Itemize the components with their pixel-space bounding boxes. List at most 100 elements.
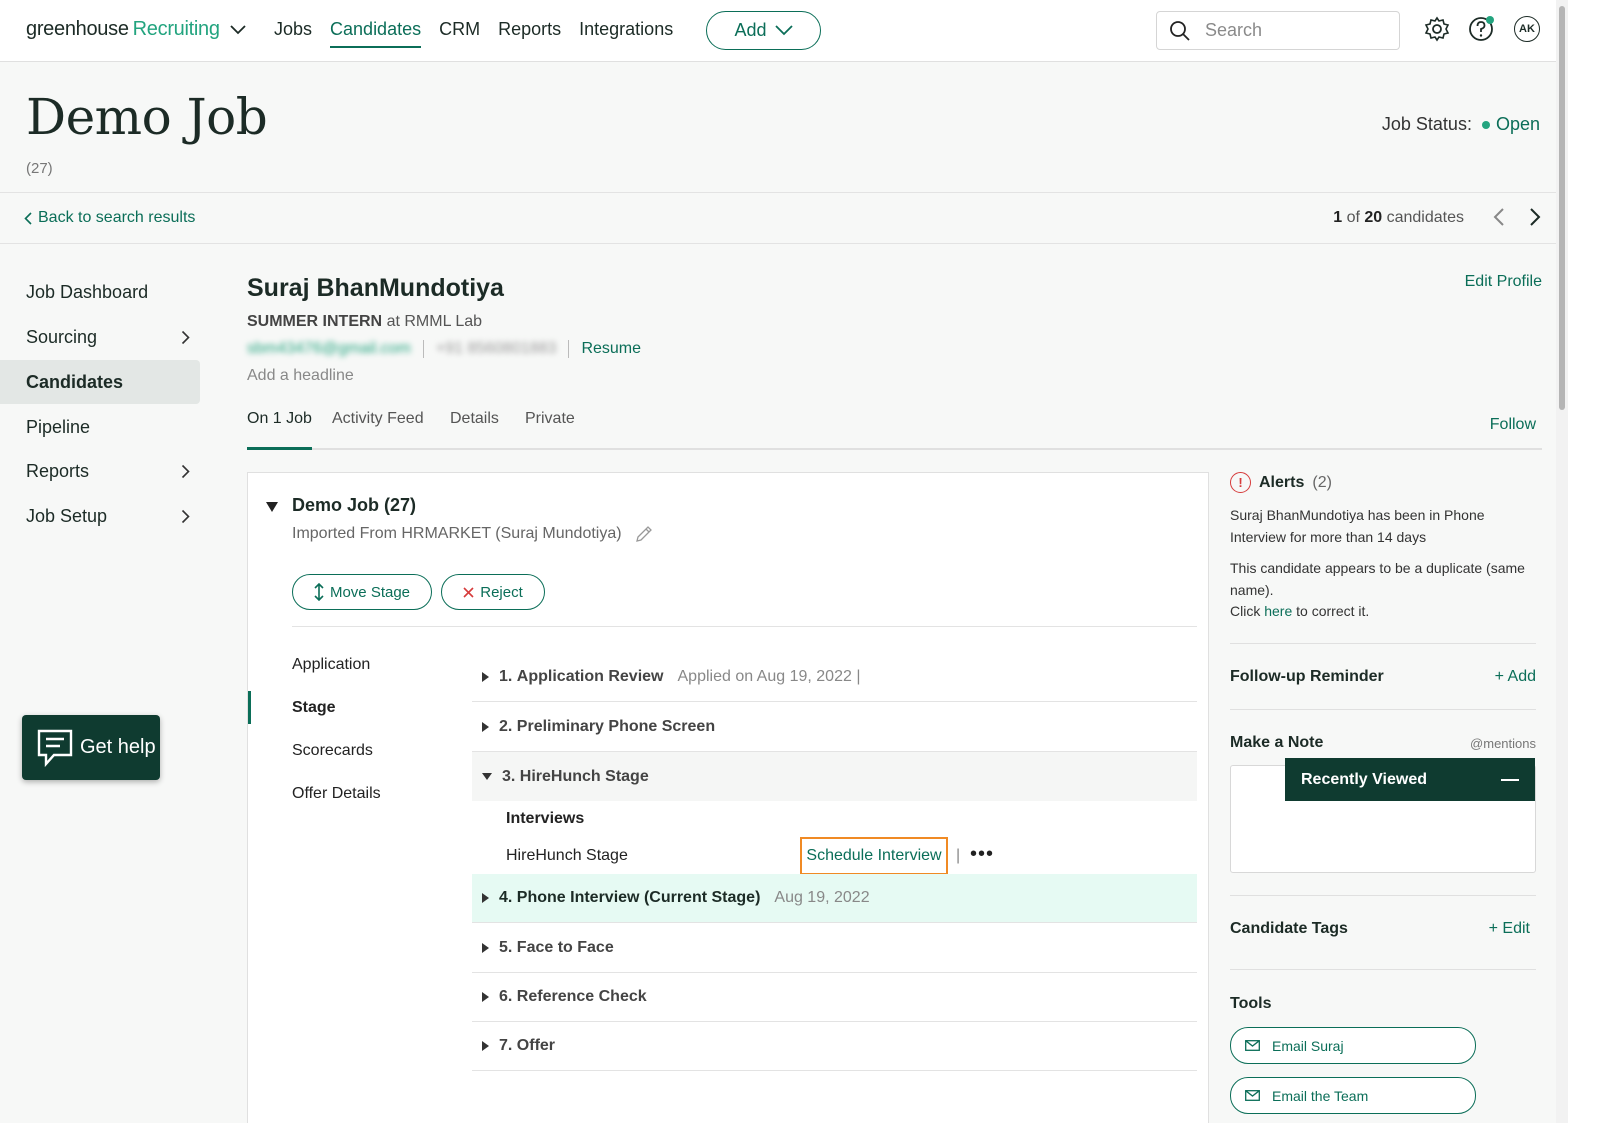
page-title: Demo Job (26, 88, 268, 146)
stage-row[interactable]: 3. HireHunch Stage (472, 752, 1197, 801)
sidebar-item-job-setup[interactable]: Job Setup (0, 494, 200, 538)
candidate-email[interactable]: sbm43476@gmail.com (247, 340, 411, 358)
stage-number: 3. (502, 767, 516, 785)
mail-icon (1245, 1040, 1260, 1051)
panel-nav-offer-details[interactable]: Offer Details (292, 785, 381, 803)
stage-number: 2. (499, 718, 513, 735)
sidebar-item-label: Sourcing (26, 326, 98, 347)
alert-correct: Click here to correct it. (1230, 600, 1530, 622)
stage-row[interactable]: 1. Application Review Applied on Aug 19,… (472, 653, 1197, 702)
email-team-button[interactable]: Email the Team (1230, 1077, 1476, 1114)
divider (1230, 895, 1536, 896)
candidate-company: at RMML Lab (386, 313, 483, 330)
stage-name: Phone Interview (Current Stage) (516, 889, 761, 906)
page-scrollbar[interactable] (1556, 0, 1568, 1123)
email-candidate-button[interactable]: Email Suraj (1230, 1027, 1476, 1064)
sidebar-item-sourcing[interactable]: Sourcing (0, 315, 200, 359)
stage-row-current[interactable]: 4. Phone Interview (Current Stage) Aug 1… (472, 874, 1197, 923)
help-icon[interactable] (1468, 15, 1496, 43)
pager-total: 20 (1364, 209, 1383, 226)
next-candidate-icon[interactable] (1528, 207, 1542, 227)
gear-icon[interactable] (1424, 16, 1450, 42)
divider (422, 340, 424, 358)
sidebar-item-candidates[interactable]: Candidates (0, 360, 200, 404)
nav-candidates[interactable]: Candidates (330, 19, 422, 48)
stage-number: 1. (499, 668, 513, 685)
panel-nav-application[interactable]: Application (292, 656, 370, 674)
stage-row[interactable]: 5. Face to Face (472, 924, 1197, 973)
chat-icon (37, 729, 73, 767)
get-help-button[interactable]: Get help (22, 715, 160, 780)
close-icon (463, 586, 474, 598)
sidebar-item-reports[interactable]: Reports (0, 449, 200, 493)
breadcrumb-bar: Back to search results 1 of 20 candidate… (0, 193, 1556, 244)
job-panel-title: Demo Job (27) (292, 495, 417, 515)
divider (1230, 643, 1536, 644)
top-icons: AK (1424, 15, 1540, 43)
edit-profile-link[interactable]: Edit Profile (1465, 273, 1542, 291)
nav-crm[interactable]: CRM (439, 19, 480, 48)
job-application-panel: Demo Job (27) Imported From HRMARKET (Su… (247, 472, 1209, 1123)
sidebar-item-label: Reports (26, 460, 90, 481)
edit-tags-link[interactable]: + Edit (1489, 920, 1530, 938)
follow-link[interactable]: Follow (1490, 416, 1536, 434)
search-input[interactable]: Search (1156, 11, 1400, 50)
stage-meta: Applied on Aug 19, 2022 | (677, 668, 861, 685)
add-button-label: Add (734, 20, 767, 40)
panel-nav-stage[interactable]: Stage (292, 699, 336, 717)
mentions-hint: @mentions (1470, 736, 1536, 751)
top-nav: greenhouse Recruiting Jobs Candidates CR… (0, 0, 1600, 62)
nav-integrations[interactable]: Integrations (579, 19, 673, 48)
job-status-value[interactable]: Open (1496, 114, 1540, 135)
nav-reports[interactable]: Reports (498, 19, 561, 48)
add-headline[interactable]: Add a headline (247, 367, 354, 385)
chevron-down-icon (774, 25, 793, 36)
more-options-icon[interactable]: ••• (970, 843, 994, 866)
resume-link[interactable]: Resume (581, 340, 641, 358)
tab-on-job[interactable]: On 1 Job (247, 410, 312, 450)
schedule-interview-button[interactable]: Schedule Interview (800, 837, 948, 875)
collapse-icon (482, 773, 492, 780)
move-stage-button[interactable]: Move Stage (292, 574, 432, 610)
note-heading: Make a Note (1230, 734, 1324, 751)
panel-nav-scorecards[interactable]: Scorecards (292, 742, 373, 760)
expand-icon (482, 722, 489, 732)
reject-button[interactable]: Reject (441, 574, 545, 610)
alert-icon: ! (1230, 472, 1251, 493)
sidebar-item-label: Candidates (26, 371, 124, 392)
add-followup-link[interactable]: + Add (1495, 668, 1536, 686)
tab-activity-feed[interactable]: Activity Feed (332, 410, 424, 448)
scrollbar-thumb[interactable] (1559, 6, 1565, 410)
stage-row[interactable]: 2. Preliminary Phone Screen (472, 703, 1197, 752)
recently-viewed-panel[interactable]: Recently Viewed (1285, 758, 1535, 801)
sidebar-item-job-dashboard[interactable]: Job Dashboard (0, 270, 200, 314)
back-to-search-link[interactable]: Back to search results (24, 209, 195, 227)
imported-from: Imported From HRMARKET (Suraj Mundotiya) (292, 524, 654, 544)
previous-candidate-icon[interactable] (1492, 207, 1506, 227)
chevron-right-icon (181, 330, 190, 344)
minimize-icon[interactable] (1501, 778, 1519, 782)
caret-down-icon[interactable] (266, 502, 278, 512)
tab-private[interactable]: Private (525, 410, 575, 448)
move-stage-label: Move Stage (329, 583, 411, 601)
sidebar-item-pipeline[interactable]: Pipeline (0, 405, 200, 449)
nav-jobs[interactable]: Jobs (274, 19, 312, 48)
stage-name: HireHunch Stage (519, 767, 649, 785)
alert-message: Suraj BhanMundotiya has been in Phone In… (1230, 507, 1485, 545)
logo-primary: greenhouse (26, 18, 129, 40)
greenhouse-logo[interactable]: greenhouse Recruiting (26, 18, 246, 41)
stage-name: Offer (516, 1037, 556, 1054)
stage-row[interactable]: 6. Reference Check (472, 973, 1197, 1022)
stage-row[interactable]: 7. Offer (472, 1022, 1197, 1071)
tab-details[interactable]: Details (450, 410, 499, 448)
stage-meta: Aug 19, 2022 (774, 889, 870, 906)
add-button[interactable]: Add (706, 11, 821, 50)
pencil-icon[interactable] (634, 524, 654, 544)
chevron-down-icon[interactable] (230, 24, 246, 35)
alerts-title: Alerts (1259, 473, 1305, 491)
page-edge (1568, 0, 1600, 1123)
sidebar-item-label: Job Setup (26, 505, 108, 526)
correct-duplicate-link[interactable]: here (1264, 603, 1292, 619)
candidate-role: SUMMER INTERN at RMML Lab (247, 313, 482, 331)
avatar[interactable]: AK (1514, 16, 1540, 42)
